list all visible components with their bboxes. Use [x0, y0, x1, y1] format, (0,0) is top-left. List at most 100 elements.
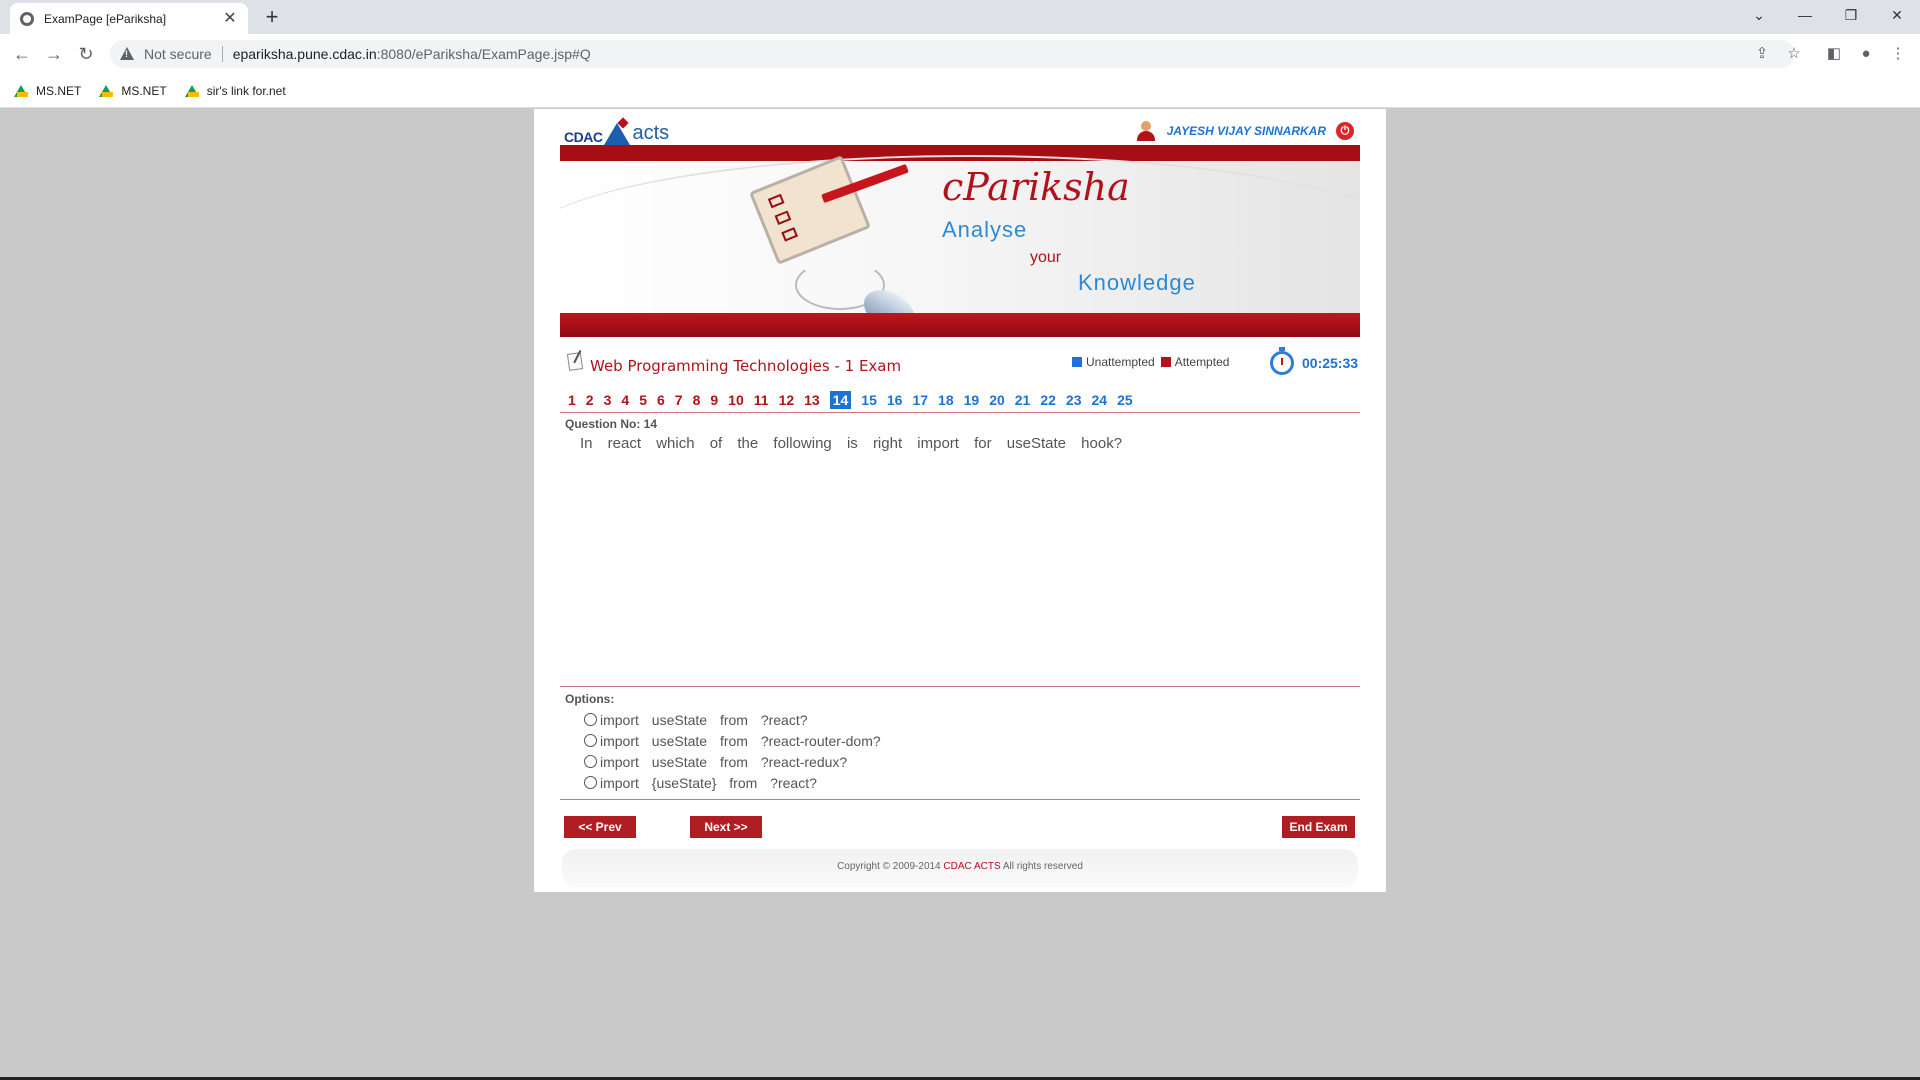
minimize-button[interactable]: — [1782, 0, 1828, 30]
side-panel-icon[interactable]: ◧ [1822, 42, 1846, 66]
legend-unattempted-label: Unattempted [1086, 355, 1155, 369]
bookmark-item[interactable]: sir's link for.net [184, 83, 286, 98]
question-number-21[interactable]: 21 [1015, 391, 1031, 409]
option-radio[interactable] [584, 713, 597, 726]
option-text: import {useState} from ?react? [600, 774, 817, 791]
banner-tagline-analyse: Analyse [942, 217, 1028, 242]
question-number-19[interactable]: 19 [964, 391, 980, 409]
option-radio[interactable] [584, 776, 597, 789]
browser-tab-bar: ExamPage [ePariksha] ✕ + ⌄ — ❐ ✕ [0, 0, 1920, 34]
prev-button[interactable]: << Prev [564, 816, 636, 838]
option-item[interactable]: import useState from ?react-redux? [584, 751, 881, 772]
question-number-2[interactable]: 2 [586, 391, 594, 409]
question-number-15[interactable]: 15 [861, 391, 877, 409]
question-number-4[interactable]: 4 [621, 391, 629, 409]
question-number-label: Question No: 14 [565, 417, 658, 431]
unattempted-swatch [1072, 357, 1082, 367]
question-number-3[interactable]: 3 [604, 391, 612, 409]
legend-attempted-label: Attempted [1174, 355, 1230, 369]
question-number-22[interactable]: 22 [1040, 391, 1056, 409]
question-number-17[interactable]: 17 [912, 391, 928, 409]
browser-toolbar: ← → ↻ Not secure epariksha.pune.cdac.in:… [0, 34, 1920, 74]
epariksha-banner: cPariksha Analyse your Knowledge [560, 145, 1360, 337]
checkbox-mark [774, 210, 792, 225]
question-number-10[interactable]: 10 [728, 391, 744, 409]
url-host: epariksha.pune.cdac.in [232, 46, 377, 62]
option-item[interactable]: import useState from ?react? [584, 709, 881, 730]
bookmark-label: MS.NET [121, 83, 167, 98]
question-number-7[interactable]: 7 [675, 391, 683, 409]
legend-unattempted: Unattempted [1072, 355, 1155, 369]
end-exam-button[interactable]: End Exam [1282, 816, 1355, 838]
next-button[interactable]: Next >> [690, 816, 762, 838]
question-text: In react which of the following is right… [580, 435, 1123, 452]
question-number-18[interactable]: 18 [938, 391, 954, 409]
drive-icon [184, 84, 199, 97]
browser-tab[interactable]: ExamPage [ePariksha] ✕ [10, 3, 248, 34]
copyright-org: CDAC ACTS [943, 861, 1001, 872]
legend-attempted: Attempted [1160, 355, 1230, 369]
option-text: import useState from ?react-redux? [600, 753, 848, 770]
notepad-icon [566, 352, 584, 371]
copyright-suffix: All rights reserved [1000, 861, 1083, 872]
copyright-footer: Copyright © 2009-2014 CDAC ACTS All righ… [562, 849, 1358, 887]
user-avatar-icon [1136, 121, 1155, 141]
cdac-acts-logo: CDAC acts [564, 115, 669, 145]
warning-icon[interactable] [120, 47, 136, 61]
timer-value: 00:25:33 [1302, 355, 1359, 371]
question-number-13[interactable]: 13 [804, 391, 820, 409]
close-window-button[interactable]: ✕ [1874, 0, 1920, 30]
question-number-23[interactable]: 23 [1066, 391, 1082, 409]
option-radio[interactable] [584, 755, 597, 768]
share-icon[interactable]: ⇪ [1750, 42, 1774, 66]
acts-logo-icon [604, 123, 631, 145]
bookmark-label: sir's link for.net [206, 83, 286, 98]
tab-search-icon[interactable]: ⌄ [1736, 0, 1782, 30]
stopwatch-icon [1270, 347, 1294, 375]
restore-button[interactable]: ❐ [1828, 0, 1874, 30]
not-secure-label[interactable]: Not secure [144, 46, 212, 62]
close-tab-icon[interactable]: ✕ [222, 10, 238, 27]
new-tab-button[interactable]: + [260, 5, 284, 29]
question-number-6[interactable]: 6 [657, 391, 665, 409]
question-number-14[interactable]: 14 [829, 390, 852, 409]
question-number-11[interactable]: 11 [754, 391, 769, 409]
banner-tagline-knowledge: Knowledge [1078, 270, 1196, 295]
logo-cdac-text: CDAC [564, 129, 603, 145]
option-item[interactable]: import useState from ?react-router-dom? [584, 730, 881, 751]
question-number-5[interactable]: 5 [639, 391, 647, 409]
bookmark-star-icon[interactable]: ☆ [1782, 42, 1806, 66]
tab-title: ExamPage [ePariksha] [44, 11, 167, 26]
menu-kebab-icon[interactable]: ⋮ [1886, 42, 1910, 66]
reload-icon[interactable]: ↻ [74, 42, 98, 66]
forward-arrow-icon[interactable]: → [42, 42, 66, 66]
question-number-8[interactable]: 8 [693, 391, 701, 409]
address-bar[interactable]: Not secure epariksha.pune.cdac.in:8080/e… [110, 40, 1795, 68]
checkbox-mark [781, 227, 799, 242]
question-navigator: 1 2 3 4 5 6 7 8 9 10 11 12 13 14 15 16 17 18 19 20 21 22 23 24 2… [560, 387, 1360, 413]
divider [560, 799, 1360, 800]
bookmark-item[interactable]: MS.NET [99, 83, 167, 98]
option-text: import useState from ?react-router-dom? [600, 732, 881, 749]
question-number-12[interactable]: 12 [779, 391, 795, 409]
exam-timer: 00:25:33 [1270, 347, 1359, 375]
bookmarks-bar: MS.NET MS.NET sir's link for.net [0, 74, 1920, 108]
back-arrow-icon[interactable]: ← [10, 42, 34, 66]
question-number-16[interactable]: 16 [887, 391, 903, 409]
option-radio[interactable] [584, 734, 597, 747]
question-number-1[interactable]: 1 [568, 391, 576, 409]
question-number-24[interactable]: 24 [1092, 391, 1108, 409]
drive-icon [99, 84, 114, 97]
profile-icon[interactable]: ● [1854, 42, 1878, 66]
option-item[interactable]: import {useState} from ?react? [584, 772, 881, 793]
option-text: import useState from ?react? [600, 711, 808, 728]
user-name: JAYESH VIJAY SINNARKAR [1166, 124, 1326, 138]
logout-power-icon[interactable]: ⏻ [1336, 122, 1354, 140]
question-number-20[interactable]: 20 [989, 391, 1005, 409]
options-label: Options: [565, 692, 615, 706]
question-number-25[interactable]: 25 [1117, 391, 1133, 409]
attempted-swatch [1160, 357, 1171, 367]
bookmark-item[interactable]: MS.NET [14, 84, 81, 98]
question-number-9[interactable]: 9 [710, 391, 718, 409]
banner-bottom-strip [560, 313, 1360, 337]
